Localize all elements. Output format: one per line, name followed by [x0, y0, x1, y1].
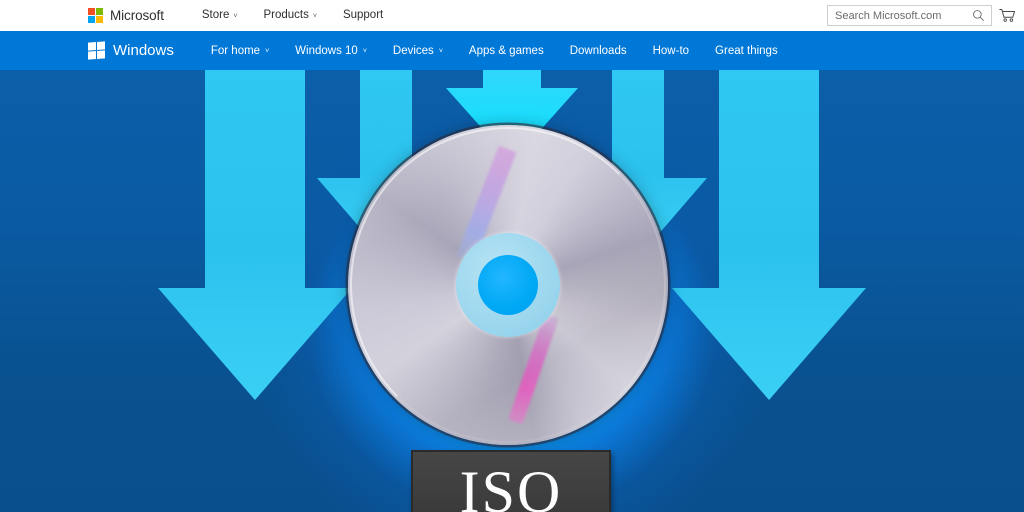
- logo-square-yellow: [96, 16, 103, 23]
- logo-square-blue: [88, 16, 95, 23]
- nav-item-windows-10[interactable]: Windows 10 ˅: [282, 31, 380, 70]
- nav-item-how-to[interactable]: How-to: [640, 31, 702, 70]
- flag-pane-1: [88, 42, 96, 51]
- nav-item-store-label: Store: [202, 0, 230, 31]
- nav-item-support[interactable]: Support: [330, 0, 396, 31]
- nav-item-downloads[interactable]: Downloads: [557, 31, 640, 70]
- nav-item-for-home[interactable]: For home ˅: [198, 31, 282, 70]
- flag-pane-3: [88, 51, 96, 60]
- disc-hub-ring: [456, 233, 560, 337]
- optical-disc-icon: [348, 125, 668, 445]
- global-nav-actions: [827, 0, 1024, 31]
- nav-item-apps-games[interactable]: Apps & games: [456, 31, 557, 70]
- global-nav-links: Store ˅ Products ˅ Support: [189, 0, 396, 31]
- flag-pane-2: [97, 41, 105, 50]
- download-arrow-icon: [158, 70, 352, 400]
- search-input[interactable]: [828, 6, 966, 25]
- logo-square-green: [96, 8, 103, 15]
- chevron-down-icon: ˅: [233, 1, 237, 32]
- iso-badge: ISO: [411, 450, 611, 512]
- windows-logo-icon: [88, 41, 105, 59]
- nav-item-products[interactable]: Products ˅: [250, 0, 329, 31]
- microsoft-logo-icon: [88, 8, 103, 23]
- page-root: Microsoft Store ˅ Products ˅ Support: [0, 0, 1024, 512]
- flag-pane-4: [97, 51, 105, 60]
- search-icon: [972, 9, 985, 22]
- microsoft-home-link[interactable]: Microsoft: [88, 0, 164, 31]
- chevron-down-icon: ˅: [265, 48, 269, 55]
- shopping-cart-icon: [999, 8, 1016, 23]
- chevron-down-icon: ˅: [313, 1, 317, 32]
- nav-item-great-things[interactable]: Great things: [702, 31, 791, 70]
- search-button[interactable]: [966, 6, 990, 25]
- nav-item-downloads-label: Downloads: [570, 45, 627, 57]
- nav-item-devices[interactable]: Devices ˅: [380, 31, 456, 70]
- download-arrow-icon: [672, 70, 866, 400]
- chevron-down-icon: ˅: [439, 48, 443, 55]
- windows-wordmark: Windows: [113, 42, 174, 59]
- chevron-down-icon: ˅: [363, 48, 367, 55]
- iso-badge-label: ISO: [460, 462, 563, 512]
- nav-item-products-label: Products: [263, 0, 308, 31]
- search-box[interactable]: [827, 5, 992, 26]
- nav-item-windows-10-label: Windows 10: [295, 45, 358, 57]
- microsoft-wordmark: Microsoft: [110, 8, 164, 23]
- windows-nav-links: For home ˅ Windows 10 ˅ Devices ˅ Apps &…: [198, 31, 791, 70]
- hero-banner: ISO: [0, 70, 1024, 512]
- nav-item-for-home-label: For home: [211, 45, 260, 57]
- logo-square-red: [88, 8, 95, 15]
- nav-item-great-things-label: Great things: [715, 45, 778, 57]
- microsoft-global-nav: Microsoft Store ˅ Products ˅ Support: [0, 0, 1024, 31]
- nav-item-apps-games-label: Apps & games: [469, 45, 544, 57]
- disc-center-hole: [478, 255, 538, 315]
- nav-item-how-to-label: How-to: [653, 45, 689, 57]
- windows-sub-nav: Windows For home ˅ Windows 10 ˅ Devices …: [0, 31, 1024, 70]
- windows-home-link[interactable]: Windows: [88, 42, 174, 59]
- nav-item-store[interactable]: Store ˅: [189, 0, 251, 31]
- nav-item-support-label: Support: [343, 0, 383, 31]
- nav-item-devices-label: Devices: [393, 45, 434, 57]
- shopping-cart-button[interactable]: [992, 0, 1022, 31]
